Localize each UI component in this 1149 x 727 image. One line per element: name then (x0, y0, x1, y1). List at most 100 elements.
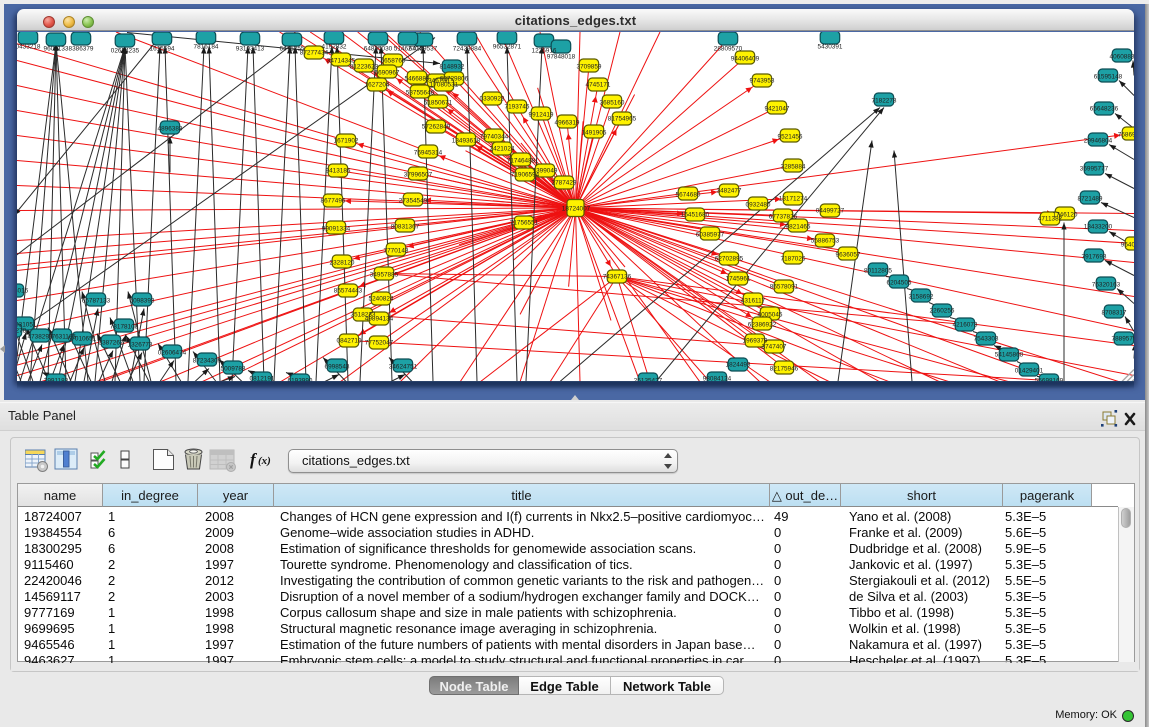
svg-text:3482477: 3482477 (717, 187, 742, 194)
svg-text:73178108: 73178108 (110, 323, 139, 330)
svg-text:3747407: 3747407 (762, 343, 787, 350)
svg-text:60385977: 60385977 (696, 231, 725, 238)
svg-text:7187026: 7187026 (781, 255, 806, 262)
svg-text:1491905: 1491905 (582, 129, 607, 136)
svg-text:27354549: 27354549 (399, 197, 428, 204)
svg-text:0330923: 0330923 (480, 95, 505, 102)
svg-text:3709859: 3709859 (577, 63, 602, 70)
svg-text:71756551: 71756551 (510, 219, 539, 226)
svg-text:54145868: 54145868 (995, 351, 1024, 358)
svg-text:74367136: 74367136 (603, 273, 632, 280)
svg-text:76945314: 76945314 (414, 149, 443, 156)
svg-text:8148932: 8148932 (440, 63, 465, 70)
svg-text:76320163: 76320163 (1092, 281, 1121, 288)
svg-text:2260256: 2260256 (930, 307, 955, 314)
svg-text:34957885: 34957885 (370, 271, 399, 278)
svg-text:(x): (x) (258, 455, 271, 467)
svg-text:55886753: 55886753 (811, 237, 840, 244)
svg-text:f: f (250, 450, 258, 469)
svg-text:4745171: 4745171 (586, 81, 611, 88)
svg-text:8386379: 8386379 (69, 45, 94, 52)
svg-text:18724007: 18724007 (562, 205, 591, 212)
svg-text:93103413: 93103413 (236, 45, 265, 52)
svg-text:34874016: 34874016 (17, 287, 29, 294)
svg-text:9821465: 9821465 (786, 223, 811, 230)
svg-text:2328120: 2328120 (330, 259, 355, 266)
svg-text:34624751: 34624751 (389, 363, 418, 370)
svg-text:9600133: 9600133 (44, 45, 69, 52)
svg-text:2421024: 2421024 (490, 145, 515, 152)
svg-text:51850671: 51850671 (424, 99, 453, 106)
svg-text:37996507: 37996507 (404, 171, 433, 178)
svg-text:96405377: 96405377 (1121, 241, 1134, 248)
svg-text:02606474: 02606474 (158, 349, 187, 356)
svg-text:9421047: 9421047 (765, 105, 790, 112)
svg-text:71746488: 71746488 (507, 157, 536, 164)
svg-text:4711382: 4711382 (1038, 215, 1063, 222)
svg-text:86578091: 86578091 (770, 283, 799, 290)
svg-text:4005045: 4005045 (758, 311, 783, 318)
svg-text:9743953: 9743953 (750, 77, 775, 84)
svg-text:65787133: 65787133 (82, 297, 111, 304)
svg-text:01429401: 01429401 (1015, 367, 1044, 374)
svg-text:7193745: 7193745 (505, 103, 530, 110)
svg-text:4060883: 4060883 (1110, 53, 1134, 60)
svg-text:61595148: 61595148 (1094, 73, 1123, 80)
svg-text:7816184: 7816184 (194, 43, 219, 50)
svg-text:13493618: 13493618 (452, 137, 481, 144)
svg-text:28809570: 28809570 (714, 45, 743, 52)
svg-text:9912419: 9912419 (529, 111, 554, 118)
svg-text:65648236: 65648236 (1090, 105, 1119, 112)
svg-text:1745961: 1745961 (726, 275, 751, 282)
svg-text:4316117: 4316117 (741, 297, 766, 304)
svg-text:17080531: 17080531 (430, 81, 459, 88)
svg-text:5674680: 5674680 (676, 191, 701, 198)
svg-text:62702895: 62702895 (715, 255, 744, 262)
svg-text:4216073: 4216073 (953, 321, 978, 328)
svg-text:6998543: 6998543 (325, 363, 350, 370)
svg-text:5430391: 5430391 (818, 43, 843, 50)
svg-text:96532871: 96532871 (493, 43, 522, 50)
svg-text:8721489: 8721489 (1078, 195, 1103, 202)
svg-text:5009788: 5009788 (221, 365, 246, 372)
svg-text:1399049: 1399049 (533, 167, 558, 174)
svg-text:2787429: 2787429 (552, 179, 577, 186)
svg-text:5240824: 5240824 (369, 295, 394, 302)
svg-text:6204505: 6204505 (887, 279, 912, 286)
svg-text:15451680: 15451680 (681, 211, 710, 218)
svg-text:64835030: 64835030 (364, 45, 393, 52)
svg-text:7917693: 7917693 (1082, 253, 1107, 260)
svg-text:1326773: 1326773 (128, 341, 153, 348)
svg-text:72423884: 72423884 (453, 45, 482, 52)
svg-text:1671902: 1671902 (334, 137, 359, 144)
svg-text:0932480: 0932480 (746, 201, 771, 208)
svg-text:49894134: 49894134 (365, 315, 394, 322)
svg-text:85574443: 85574443 (334, 287, 363, 294)
svg-text:80112805: 80112805 (864, 267, 892, 274)
svg-text:3285884: 3285884 (781, 163, 806, 170)
svg-text:57262849: 57262849 (422, 123, 451, 130)
svg-text:36995777: 36995777 (1080, 165, 1109, 172)
svg-text:9521456: 9521456 (778, 133, 803, 140)
svg-text:1627204: 1627204 (365, 81, 390, 88)
svg-text:3158692: 3158692 (909, 293, 934, 300)
svg-text:67010651: 67010651 (68, 335, 97, 342)
svg-text:7182278: 7182278 (872, 97, 897, 104)
svg-text:80831367: 80831367 (391, 223, 420, 230)
svg-text:99091334: 99091334 (322, 225, 351, 232)
svg-text:77752047: 77752047 (365, 339, 394, 346)
svg-text:3685160: 3685160 (600, 99, 625, 106)
svg-text:13433200: 13433200 (1084, 223, 1113, 230)
svg-text:8708317: 8708317 (1102, 309, 1127, 316)
svg-text:6690967: 6690967 (375, 69, 400, 76)
svg-text:1824493: 1824493 (726, 361, 751, 368)
svg-text:0842710: 0842710 (337, 337, 362, 344)
svg-text:3387262: 3387262 (99, 339, 124, 346)
svg-text:9636057: 9636057 (836, 251, 861, 258)
svg-text:87234309: 87234309 (193, 357, 222, 364)
svg-text:9413186: 9413186 (326, 167, 351, 174)
svg-text:04499727: 04499727 (816, 207, 845, 214)
svg-text:94406409: 94406409 (731, 55, 760, 62)
svg-text:1615594: 1615594 (150, 45, 175, 52)
svg-text:75869261: 75869261 (1118, 131, 1134, 138)
